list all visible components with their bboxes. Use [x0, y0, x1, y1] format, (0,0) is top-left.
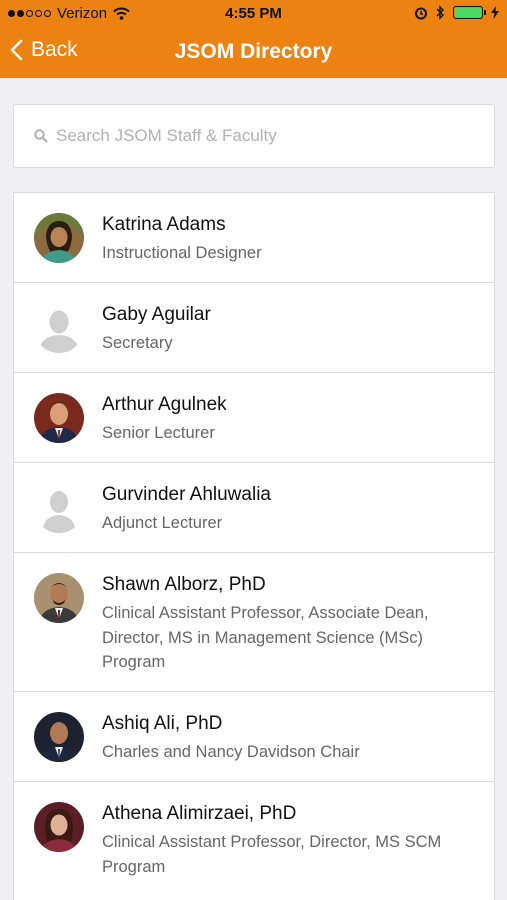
- person-title: Clinical Assistant Professor, Associate …: [102, 604, 429, 671]
- status-bar: Verizon 4:55 PM: [0, 0, 507, 28]
- navigation-bar: Back JSOM Directory: [0, 28, 507, 78]
- person-title: Secretary: [102, 334, 173, 352]
- staff-list: Katrina Adams Instructional Designer Gab…: [13, 192, 495, 900]
- person-name: Ashiq Ali, PhD: [102, 713, 223, 734]
- list-item[interactable]: Ashiq Ali, PhD Charles and Nancy Davidso…: [13, 691, 495, 782]
- avatar: [34, 802, 84, 852]
- person-title: Adjunct Lecturer: [102, 514, 223, 532]
- bluetooth-icon: [436, 5, 444, 20]
- search-icon: [34, 129, 48, 143]
- person-name: Gurvinder Ahluwalia: [102, 484, 271, 505]
- avatar: [34, 573, 84, 623]
- person-name: Shawn Alborz, PhD: [102, 574, 266, 595]
- page-title: JSOM Directory: [174, 40, 333, 63]
- charging-icon: [491, 6, 499, 19]
- person-name: Gaby Aguilar: [102, 304, 211, 325]
- battery-icon: [453, 6, 486, 19]
- person-title: Clinical Assistant Professor, Director, …: [102, 833, 442, 876]
- list-item[interactable]: Gurvinder Ahluwalia Adjunct Lecturer: [13, 462, 495, 553]
- list-item[interactable]: Arthur Agulnek Senior Lecturer: [13, 372, 495, 463]
- search-input[interactable]: [56, 126, 476, 146]
- avatar: [34, 213, 84, 263]
- list-item[interactable]: Katrina Adams Instructional Designer: [13, 192, 495, 283]
- avatar: [34, 393, 84, 443]
- person-name: Katrina Adams: [102, 214, 226, 235]
- list-item[interactable]: Gaby Aguilar Secretary: [13, 282, 495, 373]
- avatar: [34, 712, 84, 762]
- search-bar[interactable]: [13, 104, 495, 168]
- status-icons: [414, 5, 499, 20]
- avatar-placeholder: [34, 303, 84, 353]
- person-name: Arthur Agulnek: [102, 394, 227, 415]
- list-item[interactable]: Athena Alimirzaei, PhD Clinical Assistan…: [13, 781, 495, 900]
- list-item[interactable]: Shawn Alborz, PhD Clinical Assistant Pro…: [13, 552, 495, 692]
- person-title: Senior Lecturer: [102, 424, 215, 442]
- person-name: Athena Alimirzaei, PhD: [102, 803, 297, 824]
- person-title: Charles and Nancy Davidson Chair: [102, 743, 360, 761]
- alarm-clock-icon: [415, 7, 427, 19]
- person-title: Instructional Designer: [102, 244, 262, 262]
- avatar-placeholder: [34, 483, 84, 533]
